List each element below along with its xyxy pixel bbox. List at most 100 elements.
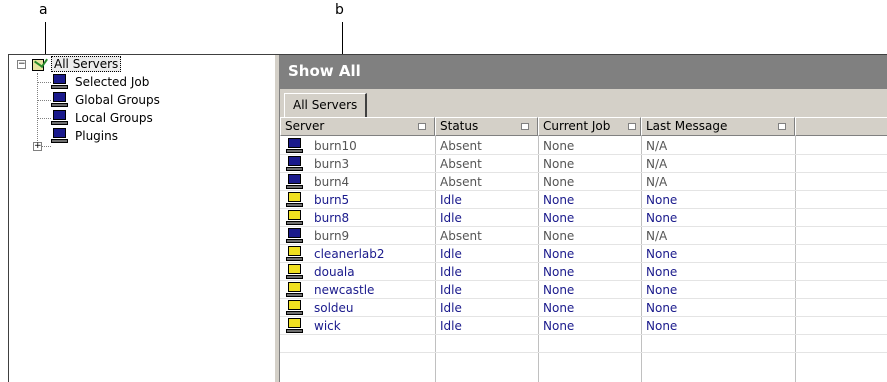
cell-current-job: None [543,301,575,315]
table-row[interactable]: newcastle Idle None None [280,281,887,299]
cell-server: cleanerlab2 [314,247,385,261]
tree-node-label: Selected Job [75,75,150,89]
table-row[interactable]: burn9 Absent None N/A [280,227,887,245]
cell-last-message: None [646,319,678,333]
tree-line [37,100,51,101]
cell-current-job: None [543,319,575,333]
cell-server: burn8 [314,211,350,225]
cell-status: Idle [440,211,462,225]
cell-status: Idle [440,247,462,261]
cell-server: soldeu [314,301,354,315]
idle-server-icon [286,282,304,298]
column-header-last-message[interactable]: Last Message [641,117,795,136]
column-menu-icon[interactable] [628,123,636,130]
table-row[interactable]: soldeu Idle None None [280,299,887,317]
column-menu-icon[interactable] [778,123,786,130]
cell-status: Idle [440,301,462,315]
idle-server-icon [286,192,304,208]
server-tree[interactable]: − All Servers Selected Job Global Groups… [9,54,274,382]
cell-last-message: None [646,193,678,207]
tab-all-servers[interactable]: All Servers [284,93,368,117]
tree-node-label: All Servers [51,56,122,72]
cell-status: Idle [440,319,462,333]
column-header-label: Server [285,119,325,133]
table-row[interactable]: cleanerlab2 Idle None None [280,245,887,263]
cell-status: Idle [440,283,462,297]
column-header-filler [795,117,887,136]
panel-header: Show All [280,55,887,89]
cell-current-job: None [543,193,575,207]
table-row[interactable]: burn8 Idle None None [280,209,887,227]
cell-last-message: N/A [646,157,668,171]
cell-current-job: None [543,139,575,153]
column-header-status[interactable]: Status [435,117,538,136]
table-row[interactable]: burn10 Absent None N/A [280,137,887,155]
cell-status: Absent [440,175,482,189]
computer-icon [51,74,69,90]
cell-server: burn3 [314,157,350,171]
cell-server: douala [314,265,355,279]
tree-line [42,146,51,147]
row-divider [280,334,887,335]
cell-server: wick [314,319,341,333]
table-row[interactable]: burn3 Absent None N/A [280,155,887,173]
table-row[interactable]: burn4 Absent None N/A [280,173,887,191]
column-menu-icon[interactable] [418,123,426,130]
cell-last-message: None [646,211,678,225]
column-header-server[interactable]: Server [280,117,435,136]
computer-icon [51,92,69,108]
cell-status: Idle [440,265,462,279]
cell-last-message: N/A [646,229,668,243]
column-header-current-job[interactable]: Current Job [538,117,641,136]
column-header-label: Current Job [543,119,611,133]
absent-server-icon [286,156,304,172]
idle-server-icon [286,318,304,334]
cell-server: burn5 [314,193,350,207]
tree-node-plugins[interactable]: Plugins [51,127,120,145]
column-menu-icon[interactable] [521,123,529,130]
cell-current-job: None [543,247,575,261]
cell-last-message: None [646,247,678,261]
idle-server-icon [286,210,304,226]
cell-server: burn9 [314,229,350,243]
cell-last-message: None [646,283,678,297]
cell-status: Absent [440,229,482,243]
table-row[interactable]: burn5 Idle None None [280,191,887,209]
cell-current-job: None [543,265,575,279]
tree-line [37,73,38,147]
cell-current-job: None [543,175,575,189]
cell-server: burn10 [314,139,357,153]
cell-current-job: None [543,157,575,171]
tab-strip: All Servers [280,89,887,118]
cell-server: burn4 [314,175,350,189]
absent-server-icon [286,174,304,190]
tree-node-local-groups[interactable]: Local Groups [51,109,155,127]
column-header-label: Status [440,119,479,133]
table-row[interactable]: douala Idle None None [280,263,887,281]
expand-plugins-button[interactable]: + [33,142,42,151]
cell-current-job: None [543,211,575,225]
tree-node-label: Global Groups [75,93,160,107]
cell-last-message: None [646,265,678,279]
tree-node-selected-job[interactable]: Selected Job [51,73,151,91]
column-header-label: Last Message [646,119,728,133]
tree-node-all-servers[interactable]: All Servers [31,54,122,73]
application-frame: − All Servers Selected Job Global Groups… [8,54,887,382]
collapse-all-servers-button[interactable]: − [17,60,26,69]
row-divider [280,352,887,353]
callout-a: a [39,2,48,18]
cell-last-message: N/A [646,139,668,153]
panel-title: Show All [288,62,361,80]
cell-status: Idle [440,193,462,207]
idle-server-icon [286,246,304,262]
cell-status: Absent [440,157,482,171]
cell-last-message: None [646,301,678,315]
table-row[interactable]: wick Idle None None [280,317,887,335]
tree-node-global-groups[interactable]: Global Groups [51,91,162,109]
tree-line [37,118,51,119]
cell-current-job: None [543,229,575,243]
idle-server-icon [286,300,304,316]
absent-server-icon [286,228,304,244]
tree-node-label: Plugins [75,129,118,143]
all-servers-icon [31,54,48,72]
